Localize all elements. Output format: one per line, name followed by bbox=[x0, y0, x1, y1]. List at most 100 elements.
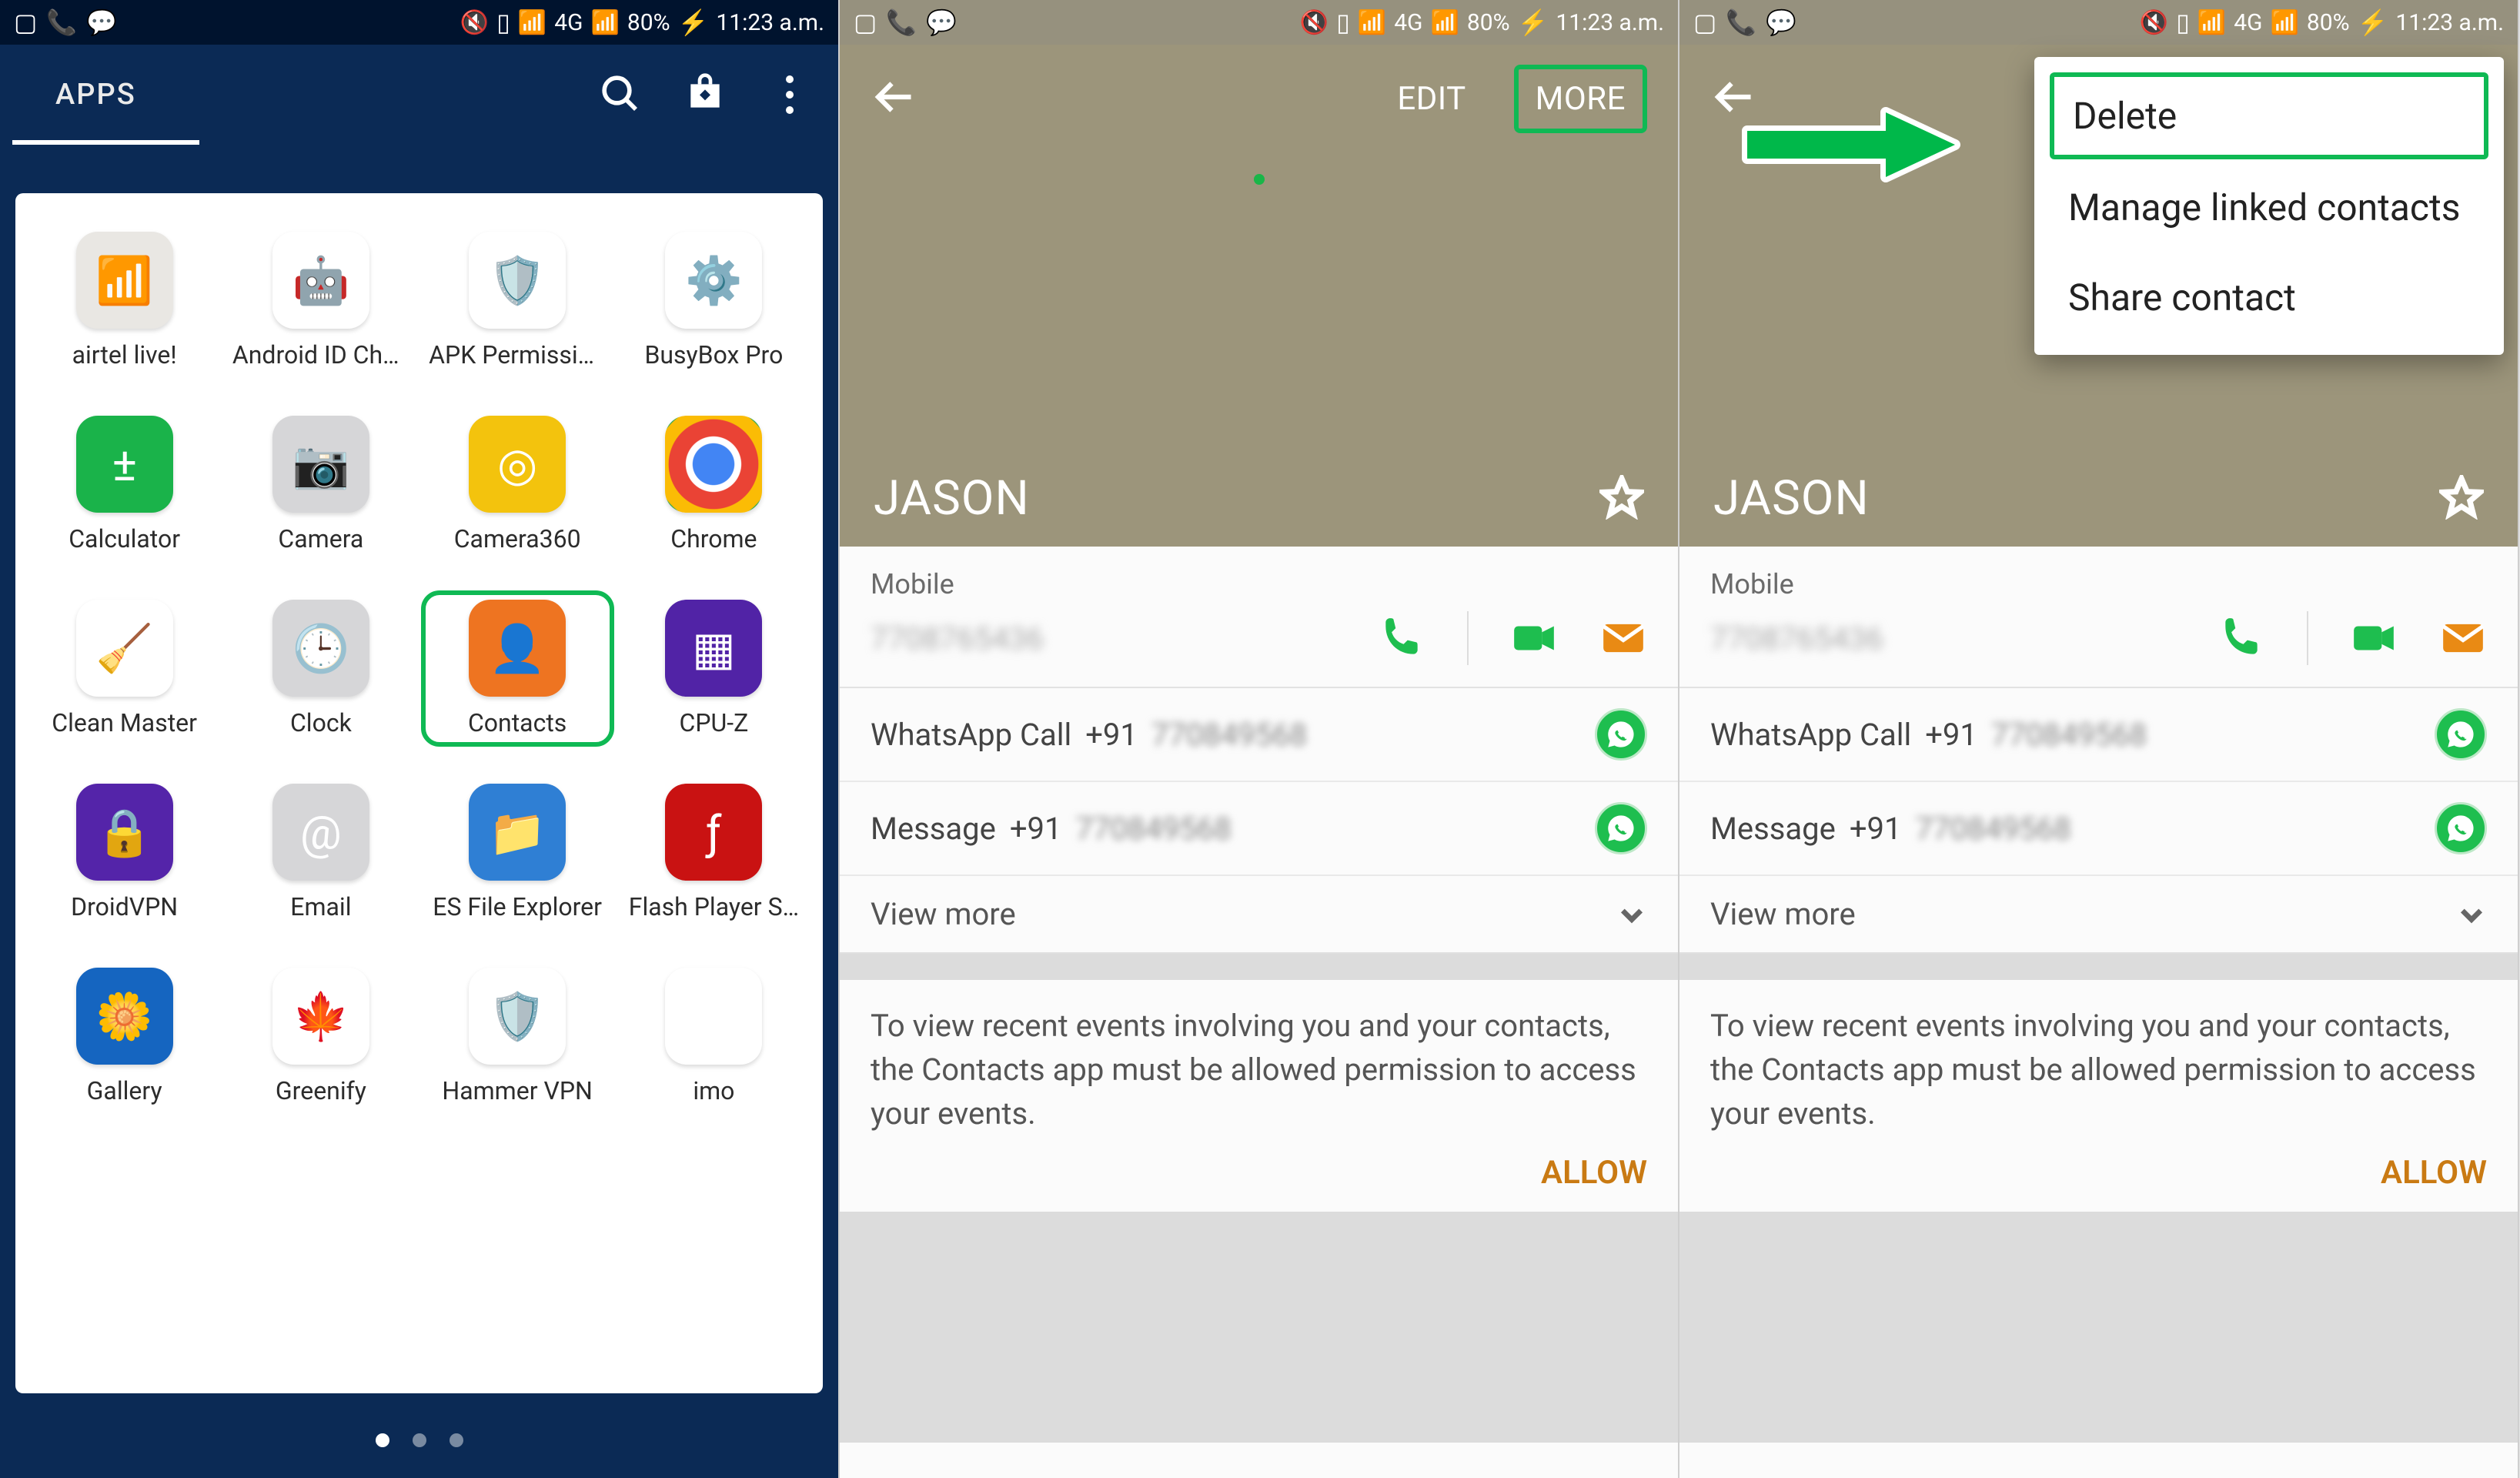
app-camera[interactable]: 📷Camera bbox=[230, 416, 411, 553]
message-number: 770849568 bbox=[1076, 811, 1232, 847]
app-icon: 🕒 bbox=[272, 600, 369, 697]
app-icon: 🔒 bbox=[76, 784, 173, 881]
app-es-file-explorer[interactable]: 📁ES File Explorer bbox=[427, 784, 608, 921]
mobile-label: Mobile bbox=[871, 568, 1647, 600]
mute-icon: 🔇 bbox=[1300, 9, 1329, 36]
call-icon[interactable] bbox=[1378, 614, 1425, 662]
contact-name: JASON bbox=[874, 470, 1030, 527]
app-icon: ◎ bbox=[469, 416, 566, 513]
app-calculator[interactable]: ±Calculator bbox=[34, 416, 215, 553]
view-more-row[interactable]: View more bbox=[1679, 876, 2518, 954]
favorite-icon[interactable] bbox=[2439, 475, 2484, 523]
whatsapp-icon[interactable] bbox=[2435, 802, 2487, 854]
message-prefix: +91 bbox=[1850, 811, 1902, 847]
app-clock[interactable]: 🕒Clock bbox=[230, 600, 411, 737]
store-icon[interactable] bbox=[683, 72, 727, 118]
app-label: Chrome bbox=[670, 524, 757, 553]
message-prefix: +91 bbox=[1010, 811, 1062, 847]
app-icon: 🍁 bbox=[272, 968, 369, 1065]
app-imo[interactable]: imoimo bbox=[623, 968, 804, 1105]
contact-body: Mobile 7708765436 WhatsApp C bbox=[840, 547, 1678, 1478]
menu-manage-linked-contacts[interactable]: Manage linked contacts bbox=[2034, 162, 2504, 252]
app-label: Contacts bbox=[468, 708, 566, 737]
whatsapp-call-row[interactable]: WhatsApp Call +91 770849568 bbox=[840, 688, 1678, 782]
app-label: DroidVPN bbox=[71, 892, 178, 921]
app-greenify[interactable]: 🍁Greenify bbox=[230, 968, 411, 1105]
message-icon[interactable] bbox=[1599, 614, 1647, 662]
mute-icon: 🔇 bbox=[460, 9, 489, 36]
whatsapp-call-label: WhatsApp Call bbox=[871, 717, 1071, 753]
app-label: Email bbox=[290, 892, 351, 921]
whatsapp-call-number: 770849568 bbox=[1151, 717, 1307, 753]
status-bar: ▢ 📞 💬 🔇 ▯ 📶 4G 📶 80% ⚡ 11:23 a.m. bbox=[840, 0, 1678, 45]
sim-icon: ▯ bbox=[2176, 8, 2190, 37]
view-more-label: View more bbox=[871, 896, 1016, 932]
app-apk-permissio-[interactable]: 🛡️APK Permissio… bbox=[427, 232, 608, 370]
app-hammer-vpn[interactable]: 🛡️Hammer VPN bbox=[427, 968, 608, 1105]
app-icon: ⚙️ bbox=[665, 232, 762, 329]
app-clean-master[interactable]: 🧹Clean Master bbox=[34, 600, 215, 737]
favorite-icon[interactable] bbox=[1599, 475, 1644, 523]
allow-button[interactable]: ALLOW bbox=[1710, 1135, 2487, 1198]
app-label: Calculator bbox=[69, 524, 180, 553]
app-airtel-live-[interactable]: 📶airtel live! bbox=[34, 232, 215, 370]
whatsapp-message-row[interactable]: Message +91 770849568 bbox=[840, 782, 1678, 876]
allow-button[interactable]: ALLOW bbox=[871, 1135, 1647, 1198]
charging-icon: ⚡ bbox=[1518, 8, 1549, 37]
edit-button[interactable]: EDIT bbox=[1380, 69, 1482, 129]
app-cpu-z[interactable]: ▦ CPU-Z bbox=[623, 600, 804, 737]
mobile-number[interactable]: 7708765436 bbox=[1710, 620, 2199, 657]
whatsapp-icon[interactable] bbox=[2435, 708, 2487, 761]
mobile-number[interactable]: 7708765436 bbox=[871, 620, 1359, 657]
whatsapp-call-row[interactable]: WhatsApp Call +91 770849568 bbox=[1679, 688, 2518, 782]
search-icon[interactable] bbox=[598, 72, 641, 118]
clock-label: 11:23 a.m. bbox=[716, 9, 824, 36]
call-forward-icon: 📞 bbox=[1726, 8, 1756, 37]
app-icon: ▦ bbox=[665, 600, 762, 697]
call-icon[interactable] bbox=[2218, 614, 2265, 662]
app-camera360[interactable]: ◎Camera360 bbox=[427, 416, 608, 553]
message-label: Message bbox=[871, 811, 996, 847]
app-label: CPU-Z bbox=[679, 708, 748, 737]
video-icon[interactable] bbox=[2350, 614, 2398, 662]
overflow-icon[interactable] bbox=[769, 75, 810, 114]
apps-tab[interactable]: APPS bbox=[0, 45, 192, 145]
whatsapp-icon[interactable] bbox=[1595, 802, 1647, 854]
charging-icon: ⚡ bbox=[2358, 8, 2388, 37]
app-gallery[interactable]: 🌼Gallery bbox=[34, 968, 215, 1105]
app-icon: 👤 bbox=[469, 600, 566, 697]
messenger-icon: 💬 bbox=[926, 8, 957, 37]
whatsapp-icon[interactable] bbox=[1595, 708, 1647, 761]
video-icon[interactable] bbox=[1510, 614, 1558, 662]
messenger-icon: 💬 bbox=[1766, 8, 1796, 37]
message-icon[interactable] bbox=[2439, 614, 2487, 662]
view-more-label: View more bbox=[1710, 896, 1856, 932]
messenger-icon: 💬 bbox=[86, 8, 117, 37]
menu-delete[interactable]: Delete bbox=[2050, 72, 2488, 159]
app-droidvpn[interactable]: 🔒 DroidVPN bbox=[34, 784, 215, 921]
app-email[interactable]: @Email bbox=[230, 784, 411, 921]
app-contacts[interactable]: 👤 Contacts bbox=[424, 594, 611, 744]
app-icon: 🛡️ bbox=[469, 968, 566, 1065]
app-chrome[interactable]: Chrome bbox=[623, 416, 804, 553]
app-busybox-pro[interactable]: ⚙️BusyBox Pro bbox=[623, 232, 804, 370]
network-label: 4G bbox=[554, 9, 583, 36]
apps-header: APPS bbox=[0, 45, 838, 145]
permission-text: To view recent events involving you and … bbox=[871, 1005, 1647, 1135]
more-button[interactable]: MORE bbox=[1514, 65, 1647, 133]
whatsapp-message-row[interactable]: Message +91 770849568 bbox=[1679, 782, 2518, 876]
app-label: Flash Player S… bbox=[629, 892, 799, 921]
app-icon: 🧹 bbox=[76, 600, 173, 697]
back-icon[interactable] bbox=[871, 74, 917, 123]
menu-share-contact[interactable]: Share contact bbox=[2034, 252, 2504, 343]
app-android-id-cha-[interactable]: 🤖Android ID Cha… bbox=[230, 232, 411, 370]
app-flash-player-s-[interactable]: ƒFlash Player S… bbox=[623, 784, 804, 921]
app-icon: 📁 bbox=[469, 784, 566, 881]
view-more-row[interactable]: View more bbox=[840, 876, 1678, 954]
signal-icon: 📶 bbox=[2197, 9, 2226, 36]
network-label: 4G bbox=[1394, 9, 1422, 36]
permission-card: To view recent events involving you and … bbox=[840, 980, 1678, 1212]
network-label: 4G bbox=[2234, 9, 2262, 36]
annotation-arrow-icon bbox=[1740, 99, 1963, 194]
app-icon: 📶 bbox=[76, 232, 173, 329]
